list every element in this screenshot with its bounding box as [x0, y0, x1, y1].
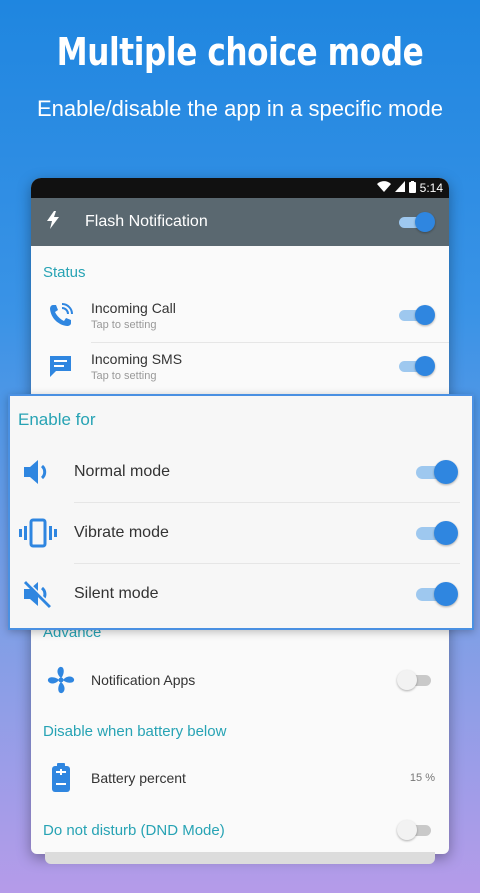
section-battery: Disable when battery below — [43, 723, 227, 740]
silent-mode-title: Silent mode — [74, 585, 159, 602]
battery-icon — [31, 763, 91, 793]
incoming-sms-title: Incoming SMS — [91, 350, 183, 367]
phone-call-icon — [31, 301, 91, 329]
promo-headline: Multiple choice mode — [56, 30, 424, 74]
vibrate-icon — [10, 518, 66, 548]
section-status: Status — [43, 264, 86, 281]
incoming-sms-row[interactable]: Incoming SMS Tap to setting — [31, 343, 449, 389]
normal-mode-row[interactable]: Normal mode — [10, 442, 472, 502]
vibrate-mode-toggle[interactable] — [414, 521, 458, 545]
incoming-call-toggle[interactable] — [397, 305, 435, 325]
clock: 5:14 — [419, 181, 443, 195]
wifi-icon — [376, 181, 391, 195]
incoming-sms-subtitle: Tap to setting — [91, 369, 157, 382]
master-toggle[interactable] — [397, 212, 435, 232]
signal-icon — [394, 181, 405, 195]
incoming-call-row[interactable]: Incoming Call Tap to setting — [31, 292, 449, 338]
app-title: Flash Notification — [85, 213, 208, 230]
dnd-toggle[interactable] — [397, 820, 435, 840]
incoming-call-subtitle: Tap to setting — [91, 318, 157, 331]
incoming-sms-toggle[interactable] — [397, 356, 435, 376]
section-dnd: Do not disturb (DND Mode) — [43, 821, 225, 839]
enable-for-card: Enable for Normal mode Vibrate mode Sile… — [8, 394, 474, 630]
volume-icon — [10, 457, 66, 487]
status-bar: 5:14 — [31, 178, 449, 198]
notification-apps-toggle[interactable] — [397, 670, 435, 690]
battery-status-icon — [408, 180, 416, 196]
promo-subheadline: Enable/disable the app in a specific mod… — [36, 96, 444, 121]
battery-percent-row[interactable]: Battery percent 15 % — [31, 754, 449, 802]
battery-percent-value: 15 % — [409, 772, 435, 784]
message-icon — [31, 352, 91, 380]
silent-mode-toggle[interactable] — [414, 582, 458, 606]
dnd-row[interactable]: Do not disturb (DND Mode) — [31, 818, 449, 842]
flash-icon — [47, 210, 67, 234]
section-enable-for: Enable for — [18, 410, 96, 429]
vibrate-mode-title: Vibrate mode — [74, 524, 169, 541]
battery-percent-title: Battery percent — [91, 770, 186, 786]
notification-apps-row[interactable]: Notification Apps — [31, 656, 449, 704]
incoming-call-title: Incoming Call — [91, 299, 176, 316]
silent-mode-row[interactable]: Silent mode — [10, 564, 472, 624]
volume-off-icon — [10, 579, 66, 609]
normal-mode-title: Normal mode — [74, 463, 171, 480]
normal-mode-toggle[interactable] — [414, 460, 458, 484]
notification-apps-title: Notification Apps — [91, 672, 196, 688]
phone-base — [45, 852, 435, 864]
fan-icon — [31, 665, 91, 695]
app-bar: Flash Notification — [31, 198, 449, 246]
vibrate-mode-row[interactable]: Vibrate mode — [10, 503, 472, 563]
